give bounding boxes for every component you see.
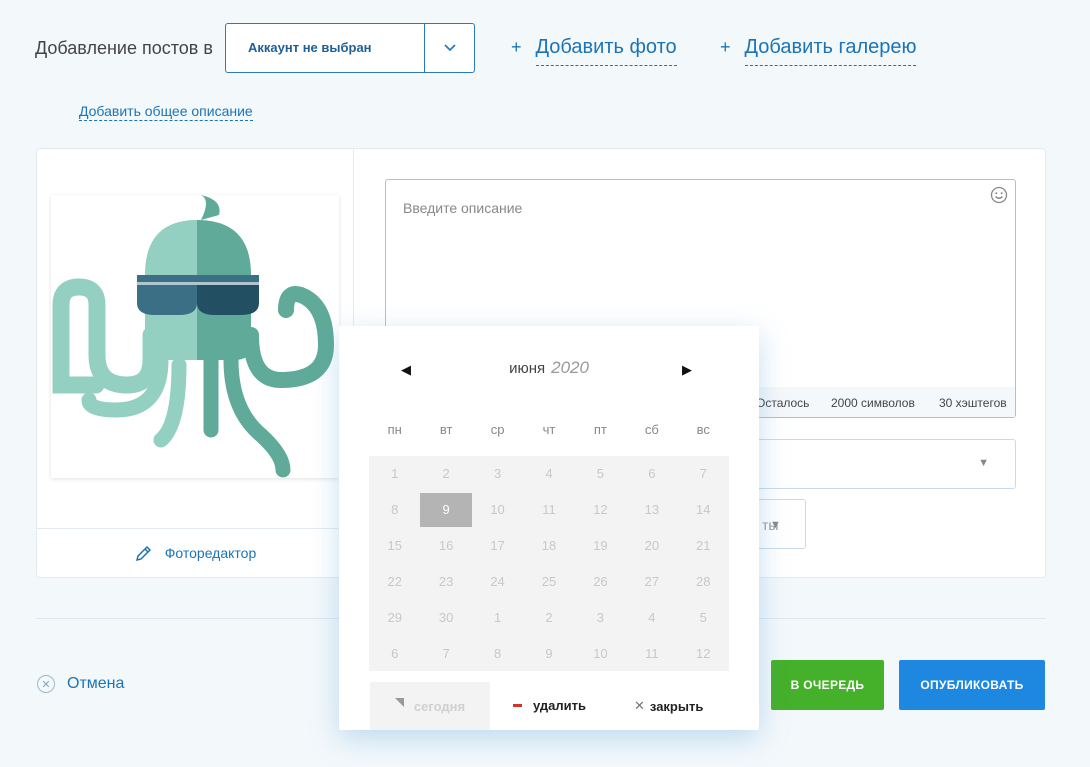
calendar-day[interactable]: 3 <box>575 599 626 635</box>
weekday-label: вс <box>696 422 710 437</box>
location-select[interactable]: ▼ <box>737 439 1016 489</box>
calendar-day[interactable]: 7 <box>420 635 471 671</box>
today-label: сегодня <box>413 698 466 714</box>
calendar-month: июня <box>509 360 546 377</box>
remaining-label: Осталось <box>756 396 810 410</box>
calendar-year: 2020 <box>551 358 589 377</box>
add-gallery-link[interactable]: + Добавить галерею <box>720 36 917 66</box>
photo-editor-label: Фоторедактор <box>164 545 257 561</box>
calendar-day[interactable]: 2 <box>523 599 574 635</box>
plus-icon: + <box>511 37 522 57</box>
calendar-day[interactable]: 21 <box>678 528 729 564</box>
photo-editor-button[interactable]: Фоторедактор <box>37 528 354 577</box>
calendar-day[interactable]: 4 <box>523 456 574 492</box>
close-calendar-button[interactable]: ✕ закрыть <box>634 698 703 714</box>
calendar-day[interactable]: 6 <box>626 456 677 492</box>
chars-remaining: 2000 символов <box>831 396 915 410</box>
add-common-description-link[interactable]: Добавить общее описание <box>79 103 253 121</box>
account-select-toggle[interactable] <box>424 24 474 72</box>
calendar-day[interactable]: 15 <box>369 528 420 564</box>
calendar-day[interactable]: 6 <box>369 635 420 671</box>
weekday-label: чт <box>542 422 556 437</box>
calendar-day[interactable]: 5 <box>678 599 729 635</box>
calendar-day[interactable]: 13 <box>626 492 677 528</box>
calendar-day[interactable]: 27 <box>626 563 677 599</box>
smiley-icon[interactable] <box>990 186 1008 204</box>
delete-date-button[interactable]: удалить <box>513 698 586 713</box>
calendar-day[interactable]: 10 <box>472 492 523 528</box>
add-gallery-label: Добавить галерею <box>744 36 917 66</box>
add-photo-label: Добавить фото <box>535 36 677 66</box>
calendar-day[interactable]: 22 <box>369 563 420 599</box>
calendar-day[interactable]: 17 <box>472 528 523 564</box>
calendar-day[interactable]: 16 <box>420 528 471 564</box>
dropdown-arrow-icon: ▼ <box>978 457 989 469</box>
weekday-label: пт <box>593 422 607 437</box>
octopus-logo <box>52 195 335 478</box>
calendar-day[interactable]: 1 <box>472 599 523 635</box>
next-month-button[interactable]: ▶ <box>682 362 692 378</box>
calendar-day[interactable]: 14 <box>678 492 729 528</box>
photo-pane: Фоторедактор <box>37 149 354 577</box>
delete-label: удалить <box>533 698 586 713</box>
weekday-label: пн <box>387 422 402 437</box>
minus-icon <box>513 704 522 707</box>
corner-icon <box>394 697 404 707</box>
calendar-day[interactable]: 11 <box>626 635 677 671</box>
dropdown-arrow-icon: ▼ <box>770 519 781 531</box>
account-select[interactable]: Аккаунт не выбран <box>225 23 475 73</box>
post-photo[interactable] <box>51 195 339 478</box>
cancel-label: Отмена <box>67 675 125 692</box>
calendar-day[interactable]: 1 <box>369 456 420 492</box>
cancel-circle-icon: ✕ <box>37 675 55 693</box>
hashtags-remaining: 30 хэштегов <box>939 396 1007 410</box>
calendar-day[interactable]: 12 <box>575 492 626 528</box>
calendar-day[interactable]: 12 <box>678 635 729 671</box>
plus-icon: + <box>720 37 731 57</box>
calendar-day[interactable]: 28 <box>678 563 729 599</box>
calendar-day[interactable]: 29 <box>369 599 420 635</box>
calendar-day[interactable]: 19 <box>575 528 626 564</box>
calendar-day[interactable]: 11 <box>523 492 574 528</box>
calendar-day[interactable]: 5 <box>575 456 626 492</box>
calendar-day[interactable]: 7 <box>678 456 729 492</box>
publish-button[interactable]: ОПУБЛИКОВАТЬ <box>899 660 1045 710</box>
add-photo-link[interactable]: + Добавить фото <box>511 36 677 66</box>
weekday-label: сб <box>644 422 659 437</box>
today-button[interactable]: сегодня <box>370 682 490 730</box>
calendar-day[interactable]: 8 <box>369 492 420 528</box>
calendar-day[interactable]: 30 <box>420 599 471 635</box>
weekday-header: пн вт ср чт пт сб вс <box>369 422 729 437</box>
weekday-label: ср <box>490 422 505 437</box>
calendar-day[interactable]: 25 <box>523 563 574 599</box>
calendar-day[interactable]: 10 <box>575 635 626 671</box>
calendar-day[interactable]: 23 <box>420 563 471 599</box>
weekday-label: вт <box>439 422 453 437</box>
account-select-value: Аккаунт не выбран <box>248 40 372 55</box>
calendar-day[interactable]: 24 <box>472 563 523 599</box>
close-label: закрыть <box>649 698 704 714</box>
calendar-day[interactable]: 9 <box>523 635 574 671</box>
calendar-day[interactable]: 2 <box>420 456 471 492</box>
calendar-day[interactable]: 8 <box>472 635 523 671</box>
calendar-day[interactable]: 20 <box>626 528 677 564</box>
calendar-day[interactable]: 18 <box>523 528 574 564</box>
calendar-grid: 1 2 3 4 5 6 7 8 9 10 11 12 13 14 15 16 17 18 19 20 21 22 23 24 2… <box>369 456 729 671</box>
calendar-title: июня 2020 <box>339 358 759 378</box>
calendar-day[interactable]: 3 <box>472 456 523 492</box>
date-picker: ◀ июня 2020 ▶ пн вт ср чт пт сб вс 1 2 3 4 5 6 7 8 9 10 1… <box>339 326 759 730</box>
calendar-footer: сегодня удалить ✕ закрыть <box>370 682 730 730</box>
calendar-day[interactable]: 4 <box>626 599 677 635</box>
chevron-down-icon <box>443 44 456 52</box>
pencil-icon <box>135 545 151 562</box>
calendar-day-selected[interactable]: 9 <box>420 492 472 527</box>
close-icon: ✕ <box>634 698 645 713</box>
cancel-button[interactable]: ✕ Отмена <box>37 675 124 693</box>
page-title: Добавление постов в <box>35 38 213 58</box>
calendar-day[interactable]: 26 <box>575 563 626 599</box>
queue-button[interactable]: В ОЧЕРЕДЬ <box>771 660 884 710</box>
